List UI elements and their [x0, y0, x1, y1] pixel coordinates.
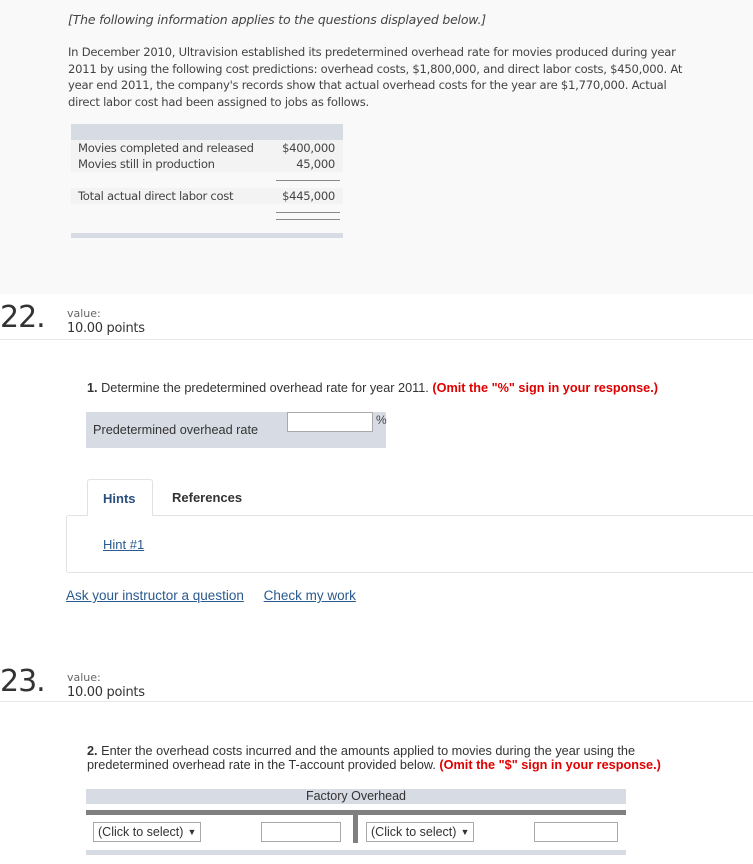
dropdown-arrow-icon: ▼: [460, 827, 470, 837]
double-rule-bottom: [276, 219, 340, 220]
percent-unit: %: [376, 413, 387, 427]
question-23-header: 23. value: 10.00 points: [0, 656, 753, 702]
factory-overhead-t-account: Factory Overhead (Click to select) ▼ (Cli…: [86, 789, 626, 855]
prompt-warning: (Omit the "%" sign in your response.): [432, 381, 658, 395]
credit-amount-input[interactable]: [534, 822, 618, 842]
row-label: Movies completed and released: [78, 141, 254, 155]
question-23-prompt: 2. Enter the overhead costs incurred and…: [87, 744, 687, 772]
table-footer: [71, 233, 343, 238]
direct-labor-table: Movies completed and released $400,000 M…: [71, 124, 343, 238]
table-row: Movies completed and released $400,000: [71, 140, 343, 156]
overhead-rate-input[interactable]: [287, 412, 373, 432]
question-22-header: 22. value: 10.00 points: [0, 294, 753, 340]
total-amount: $445,000: [282, 189, 335, 203]
info-section: [The following information applies to th…: [0, 0, 753, 294]
dropdown-arrow-icon: ▼: [187, 827, 197, 837]
points-value: 10.00 points: [67, 685, 145, 700]
question-22-links: Ask your instructor a question Check my …: [66, 588, 372, 603]
ask-instructor-link[interactable]: Ask your instructor a question: [66, 588, 244, 603]
value-label: value:: [67, 307, 101, 320]
tab-hints[interactable]: Hints: [87, 479, 153, 516]
overhead-rate-panel: Predetermined overhead rate %: [86, 412, 387, 448]
check-my-work-link[interactable]: Check my work: [264, 588, 356, 603]
select-label: (Click to select): [371, 825, 457, 839]
row-amount: $400,000: [282, 141, 335, 155]
info-intro: [The following information applies to th…: [68, 12, 486, 27]
t-account-footer: [86, 850, 626, 855]
row-label: Movies still in production: [78, 157, 215, 171]
prompt-warning: (Omit the "$" sign in your response.): [439, 758, 661, 772]
prompt-text: Determine the predetermined overhead rat…: [97, 381, 433, 395]
prompt-number: 1.: [87, 381, 98, 395]
t-account-title: Factory Overhead: [86, 789, 626, 804]
table-total-row: Total actual direct labor cost $445,000: [71, 188, 343, 204]
table-header: [71, 124, 343, 140]
debit-amount-input[interactable]: [261, 822, 341, 842]
credit-account-select[interactable]: (Click to select) ▼: [366, 822, 475, 842]
subtotal-gap: [71, 172, 343, 188]
select-label: (Click to select): [98, 825, 184, 839]
total-gap: [71, 204, 343, 220]
question-number: 22.: [0, 300, 46, 335]
question-number: 23.: [0, 664, 46, 699]
double-rule-top: [276, 212, 340, 213]
hints-panel: Hint #1: [66, 515, 753, 573]
row-amount: 45,000: [296, 157, 335, 171]
total-label: Total actual direct labor cost: [78, 189, 234, 203]
prompt-number: 2.: [87, 744, 98, 758]
debit-account-select[interactable]: (Click to select) ▼: [93, 822, 202, 842]
question-22-prompt: 1. Determine the predetermined overhead …: [87, 381, 658, 395]
tab-references[interactable]: References: [157, 479, 257, 516]
hint-1-link[interactable]: Hint #1: [103, 537, 144, 552]
value-label: value:: [67, 671, 101, 684]
points-value: 10.00 points: [67, 321, 145, 336]
subtotal-rule: [276, 180, 340, 181]
table-row: Movies still in production 45,000: [71, 156, 343, 172]
rate-label: Predetermined overhead rate: [93, 423, 259, 437]
info-paragraph: In December 2010, Ultravision establishe…: [68, 45, 683, 109]
t-account-stem: [353, 810, 358, 843]
